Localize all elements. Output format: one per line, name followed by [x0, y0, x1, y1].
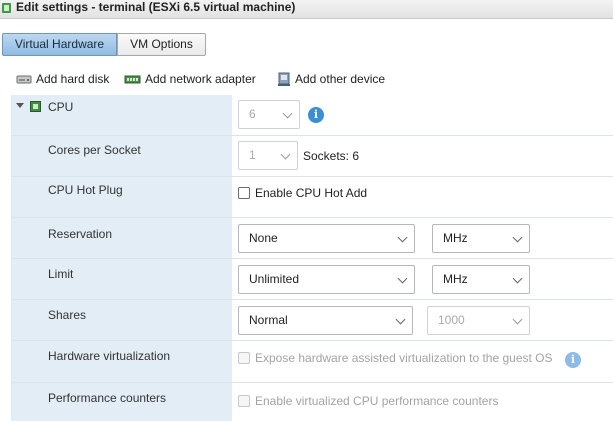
enable-cpu-hot-add-checkbox[interactable]	[238, 187, 250, 199]
cpu-count-value: 6	[249, 107, 256, 121]
network-adapter-icon	[124, 75, 141, 84]
limit-row: Limit Unlimited MHz	[11, 259, 613, 300]
cpu-label: CPU	[48, 100, 74, 114]
performance-counters-label: Performance counters	[48, 391, 167, 405]
hardware-virtualization-label: Hardware virtualization	[48, 349, 171, 363]
add-network-adapter-button[interactable]: Add network adapter	[124, 71, 256, 87]
chevron-down-icon	[395, 314, 406, 325]
cores-per-socket-label: Cores per Socket	[48, 143, 141, 157]
enable-cpu-hot-add-label[interactable]: Enable CPU Hot Add	[255, 186, 367, 200]
label-cell	[11, 300, 232, 340]
hard-disk-icon	[16, 75, 32, 84]
expose-hw-virtualization-checkbox[interactable]	[238, 352, 250, 364]
reservation-select[interactable]: None	[238, 224, 415, 253]
cpu-row: CPU 6 i	[11, 95, 613, 136]
label-cell	[11, 218, 232, 258]
add-other-device-button[interactable]: Add other device	[277, 71, 385, 87]
cpu-settings-grid: CPU 6 i Cores per Socket 1 Sockets: 6 CP…	[11, 95, 613, 421]
expose-hw-virtualization-label[interactable]: Expose hardware assisted virtualization …	[255, 351, 553, 365]
virtualized-perf-counters-checkbox[interactable]	[238, 395, 250, 407]
virtualized-perf-counters-label[interactable]: Enable virtualized CPU performance count…	[255, 394, 498, 408]
cores-per-socket-value: 1	[249, 148, 256, 162]
window-title: Edit settings - terminal (ESXi 6.5 virtu…	[16, 0, 296, 14]
shares-value: Normal	[249, 313, 288, 327]
label-cell	[11, 95, 232, 135]
cpu-count-select[interactable]: 6	[238, 100, 300, 129]
label-cell	[11, 259, 232, 299]
hardware-virtualization-row: Hardware virtualization Expose hardware …	[11, 341, 613, 383]
reservation-row: Reservation None MHz	[11, 218, 613, 259]
cpu-hot-plug-row: CPU Hot Plug Enable CPU Hot Add	[11, 177, 613, 218]
shares-row: Shares Normal 1000	[11, 300, 613, 341]
shares-amount-value: 1000	[438, 313, 465, 327]
reservation-unit-value: MHz	[443, 231, 468, 245]
cpu-hot-plug-label: CPU Hot Plug	[48, 183, 123, 197]
chevron-down-icon	[512, 232, 523, 243]
add-other-device-label: Add other device	[295, 72, 386, 86]
info-icon[interactable]: i	[308, 107, 324, 123]
add-network-adapter-label: Add network adapter	[145, 72, 256, 86]
device-toolbar: Add hard disk Add network adapter Add ot…	[0, 68, 613, 90]
shares-select[interactable]: Normal	[238, 306, 413, 335]
cores-per-socket-row: Cores per Socket 1 Sockets: 6	[11, 136, 613, 177]
reservation-unit-select[interactable]: MHz	[432, 224, 530, 253]
limit-select[interactable]: Unlimited	[238, 265, 415, 294]
add-hard-disk-label: Add hard disk	[36, 72, 110, 86]
chevron-down-icon	[280, 149, 291, 160]
add-hard-disk-button[interactable]: Add hard disk	[16, 71, 109, 87]
reservation-label: Reservation	[48, 227, 113, 241]
limit-unit-value: MHz	[443, 272, 468, 286]
title-bar: Edit settings - terminal (ESXi 6.5 virtu…	[0, 0, 613, 19]
collapse-caret-icon[interactable]	[16, 103, 24, 108]
limit-value: Unlimited	[249, 272, 300, 286]
chevron-down-icon	[397, 273, 408, 284]
reservation-value: None	[249, 231, 278, 245]
limit-unit-select[interactable]: MHz	[432, 265, 530, 294]
chevron-down-icon	[512, 314, 523, 325]
device-icon	[278, 72, 290, 86]
vm-icon	[2, 3, 11, 13]
cores-per-socket-select[interactable]: 1	[238, 141, 298, 170]
limit-label: Limit	[48, 267, 74, 281]
chevron-down-icon	[512, 273, 523, 284]
shares-amount-select[interactable]: 1000	[427, 306, 530, 335]
chevron-down-icon	[397, 232, 408, 243]
sockets-text: Sockets: 6	[303, 149, 360, 163]
performance-counters-row: Performance counters Enable virtualized …	[11, 383, 613, 421]
tab-virtual-hardware[interactable]: Virtual Hardware	[2, 33, 117, 56]
tab-vm-options[interactable]: VM Options	[117, 33, 206, 56]
cpu-icon	[30, 101, 41, 112]
shares-label: Shares	[48, 308, 87, 322]
chevron-down-icon	[282, 108, 293, 119]
info-icon[interactable]: i	[565, 352, 581, 368]
